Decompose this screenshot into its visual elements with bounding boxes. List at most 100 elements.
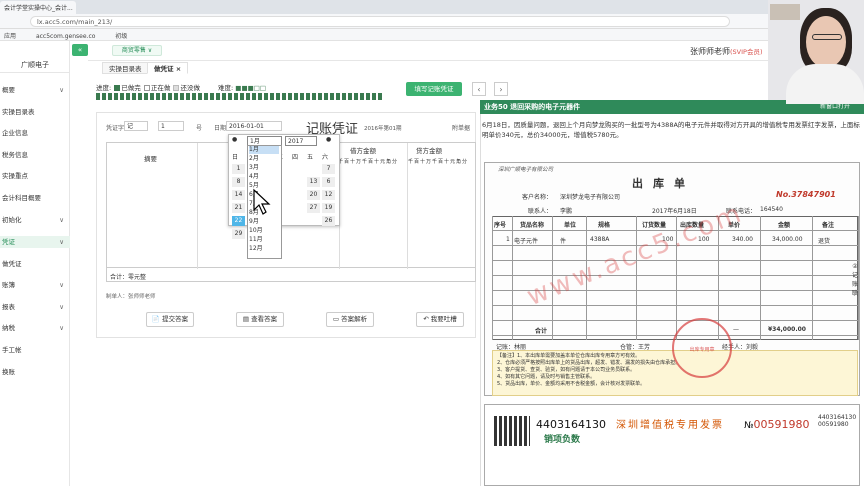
calendar-day[interactable]: 22 <box>232 216 245 226</box>
tab-practice-catalog[interactable]: 实操目录表 <box>102 62 149 74</box>
bookmark-apps[interactable]: 应用 <box>4 33 16 40</box>
sidebar-item-2[interactable]: 企业信息 <box>0 127 70 139</box>
calendar-day[interactable]: 26 <box>322 216 335 226</box>
progress-block[interactable] <box>252 93 256 100</box>
sidebar-item-11[interactable]: 纳税 ∨ <box>0 322 70 334</box>
progress-block[interactable] <box>366 93 370 100</box>
month-option[interactable]: 1月 <box>249 146 279 154</box>
calendar-day[interactable]: 1 <box>232 164 245 174</box>
progress-block[interactable] <box>360 93 364 100</box>
progress-block[interactable] <box>156 93 160 100</box>
answer-explain-button[interactable]: ▭ 答案解析 <box>326 312 374 327</box>
month-option[interactable]: 11月 <box>249 236 263 244</box>
fill-voucher-button[interactable]: 填写记账凭证 <box>406 82 462 96</box>
progress-block[interactable] <box>216 93 220 100</box>
calendar-day[interactable]: 8 <box>232 177 245 187</box>
calendar-day[interactable]: 7 <box>322 164 335 174</box>
progress-block[interactable] <box>108 93 112 100</box>
progress-block[interactable] <box>192 93 196 100</box>
progress-block[interactable] <box>276 93 280 100</box>
calendar-day[interactable]: 27 <box>307 203 320 213</box>
progress-block[interactable] <box>198 93 202 100</box>
year-select[interactable]: 2017 <box>285 136 317 146</box>
progress-block[interactable] <box>210 93 214 100</box>
progress-block[interactable] <box>336 93 340 100</box>
sidebar-item-7[interactable]: 凭证 ∨ <box>0 236 70 248</box>
progress-block[interactable] <box>372 93 376 100</box>
month-option[interactable]: 12月 <box>249 245 263 253</box>
prev-month-icon[interactable]: ● <box>232 136 237 143</box>
sidebar-item-0[interactable]: 概要 ∨ <box>0 84 70 96</box>
voucher-number-input[interactable]: 1 <box>158 121 184 131</box>
collapse-sidebar-button[interactable]: « <box>72 44 88 56</box>
progress-block[interactable] <box>222 93 226 100</box>
feedback-button[interactable]: ↶ 我要吐槽 <box>416 312 464 327</box>
calendar-day[interactable]: 13 <box>307 177 320 187</box>
sidebar-item-5[interactable]: 会计科目概要 <box>0 192 70 204</box>
prev-arrow-icon[interactable]: ‹ <box>472 82 486 96</box>
progress-block[interactable] <box>150 93 154 100</box>
progress-block[interactable] <box>186 93 190 100</box>
progress-block[interactable] <box>258 93 262 100</box>
progress-block[interactable] <box>246 93 250 100</box>
sidebar-item-10[interactable]: 报表 ∨ <box>0 301 70 313</box>
store-type-dropdown[interactable]: 商贸零售 ∨ <box>112 45 162 56</box>
next-arrow-icon[interactable]: › <box>494 82 508 96</box>
calendar-day[interactable]: 29 <box>232 229 245 239</box>
progress-block[interactable] <box>102 93 106 100</box>
progress-block[interactable] <box>300 93 304 100</box>
progress-block[interactable] <box>96 93 100 100</box>
progress-block[interactable] <box>174 93 178 100</box>
voucher-date-input[interactable]: 2016-01-01 <box>226 121 282 131</box>
progress-block[interactable] <box>168 93 172 100</box>
progress-block[interactable] <box>144 93 148 100</box>
month-option[interactable]: 3月 <box>249 164 259 172</box>
progress-block[interactable] <box>330 93 334 100</box>
browser-tab[interactable]: 会计学堂实操中心_会计... <box>0 1 76 14</box>
progress-block[interactable] <box>282 93 286 100</box>
progress-block[interactable] <box>306 93 310 100</box>
progress-block[interactable] <box>342 93 346 100</box>
progress-block[interactable] <box>240 93 244 100</box>
progress-block[interactable] <box>234 93 238 100</box>
sidebar-item-12[interactable]: 手工帐 <box>0 344 70 356</box>
progress-block[interactable] <box>318 93 322 100</box>
progress-block[interactable] <box>138 93 142 100</box>
bookmark-gensee[interactable]: acc5com.gensee.co <box>36 33 96 40</box>
view-answer-button[interactable]: ▤ 查看答案 <box>236 312 284 327</box>
month-option[interactable]: 10月 <box>249 227 263 235</box>
progress-block[interactable] <box>204 93 208 100</box>
progress-block[interactable] <box>132 93 136 100</box>
sidebar-item-9[interactable]: 账簿 ∨ <box>0 279 70 291</box>
progress-block[interactable] <box>228 93 232 100</box>
progress-block[interactable] <box>294 93 298 100</box>
progress-block[interactable] <box>114 93 118 100</box>
sidebar-item-4[interactable]: 实操重点 <box>0 170 70 182</box>
tab-make-voucher[interactable]: 做凭证 × <box>147 62 189 74</box>
progress-block[interactable] <box>126 93 130 100</box>
progress-block[interactable] <box>348 93 352 100</box>
sidebar-item-13[interactable]: 换账 <box>0 366 70 378</box>
progress-block[interactable] <box>378 93 382 100</box>
next-month-icon[interactable]: ● <box>326 136 331 143</box>
calendar-day[interactable]: 19 <box>322 203 335 213</box>
calendar-day[interactable]: 14 <box>232 190 245 200</box>
bookmark-junior[interactable]: 初级 <box>115 33 127 40</box>
calendar-day[interactable]: 20 <box>307 190 320 200</box>
progress-block[interactable] <box>270 93 274 100</box>
month-option[interactable]: 9月 <box>249 218 259 226</box>
sidebar-item-1[interactable]: 实操目录表 <box>0 106 70 118</box>
voucher-word-select[interactable]: 记 <box>124 121 148 131</box>
calendar-day[interactable]: 21 <box>232 203 245 213</box>
address-bar[interactable]: lx.acc5.com/main_213/ <box>30 16 730 27</box>
progress-block[interactable] <box>162 93 166 100</box>
sidebar-item-8[interactable]: 做凭证 <box>0 258 70 270</box>
calendar-day[interactable]: 6 <box>322 177 335 187</box>
sidebar-item-6[interactable]: 初始化 ∨ <box>0 214 70 226</box>
progress-block[interactable] <box>324 93 328 100</box>
progress-block[interactable] <box>312 93 316 100</box>
progress-block[interactable] <box>180 93 184 100</box>
month-option[interactable]: 2月 <box>249 155 259 163</box>
sidebar-item-3[interactable]: 税务信息 <box>0 149 70 161</box>
calendar-day[interactable]: 12 <box>322 190 335 200</box>
